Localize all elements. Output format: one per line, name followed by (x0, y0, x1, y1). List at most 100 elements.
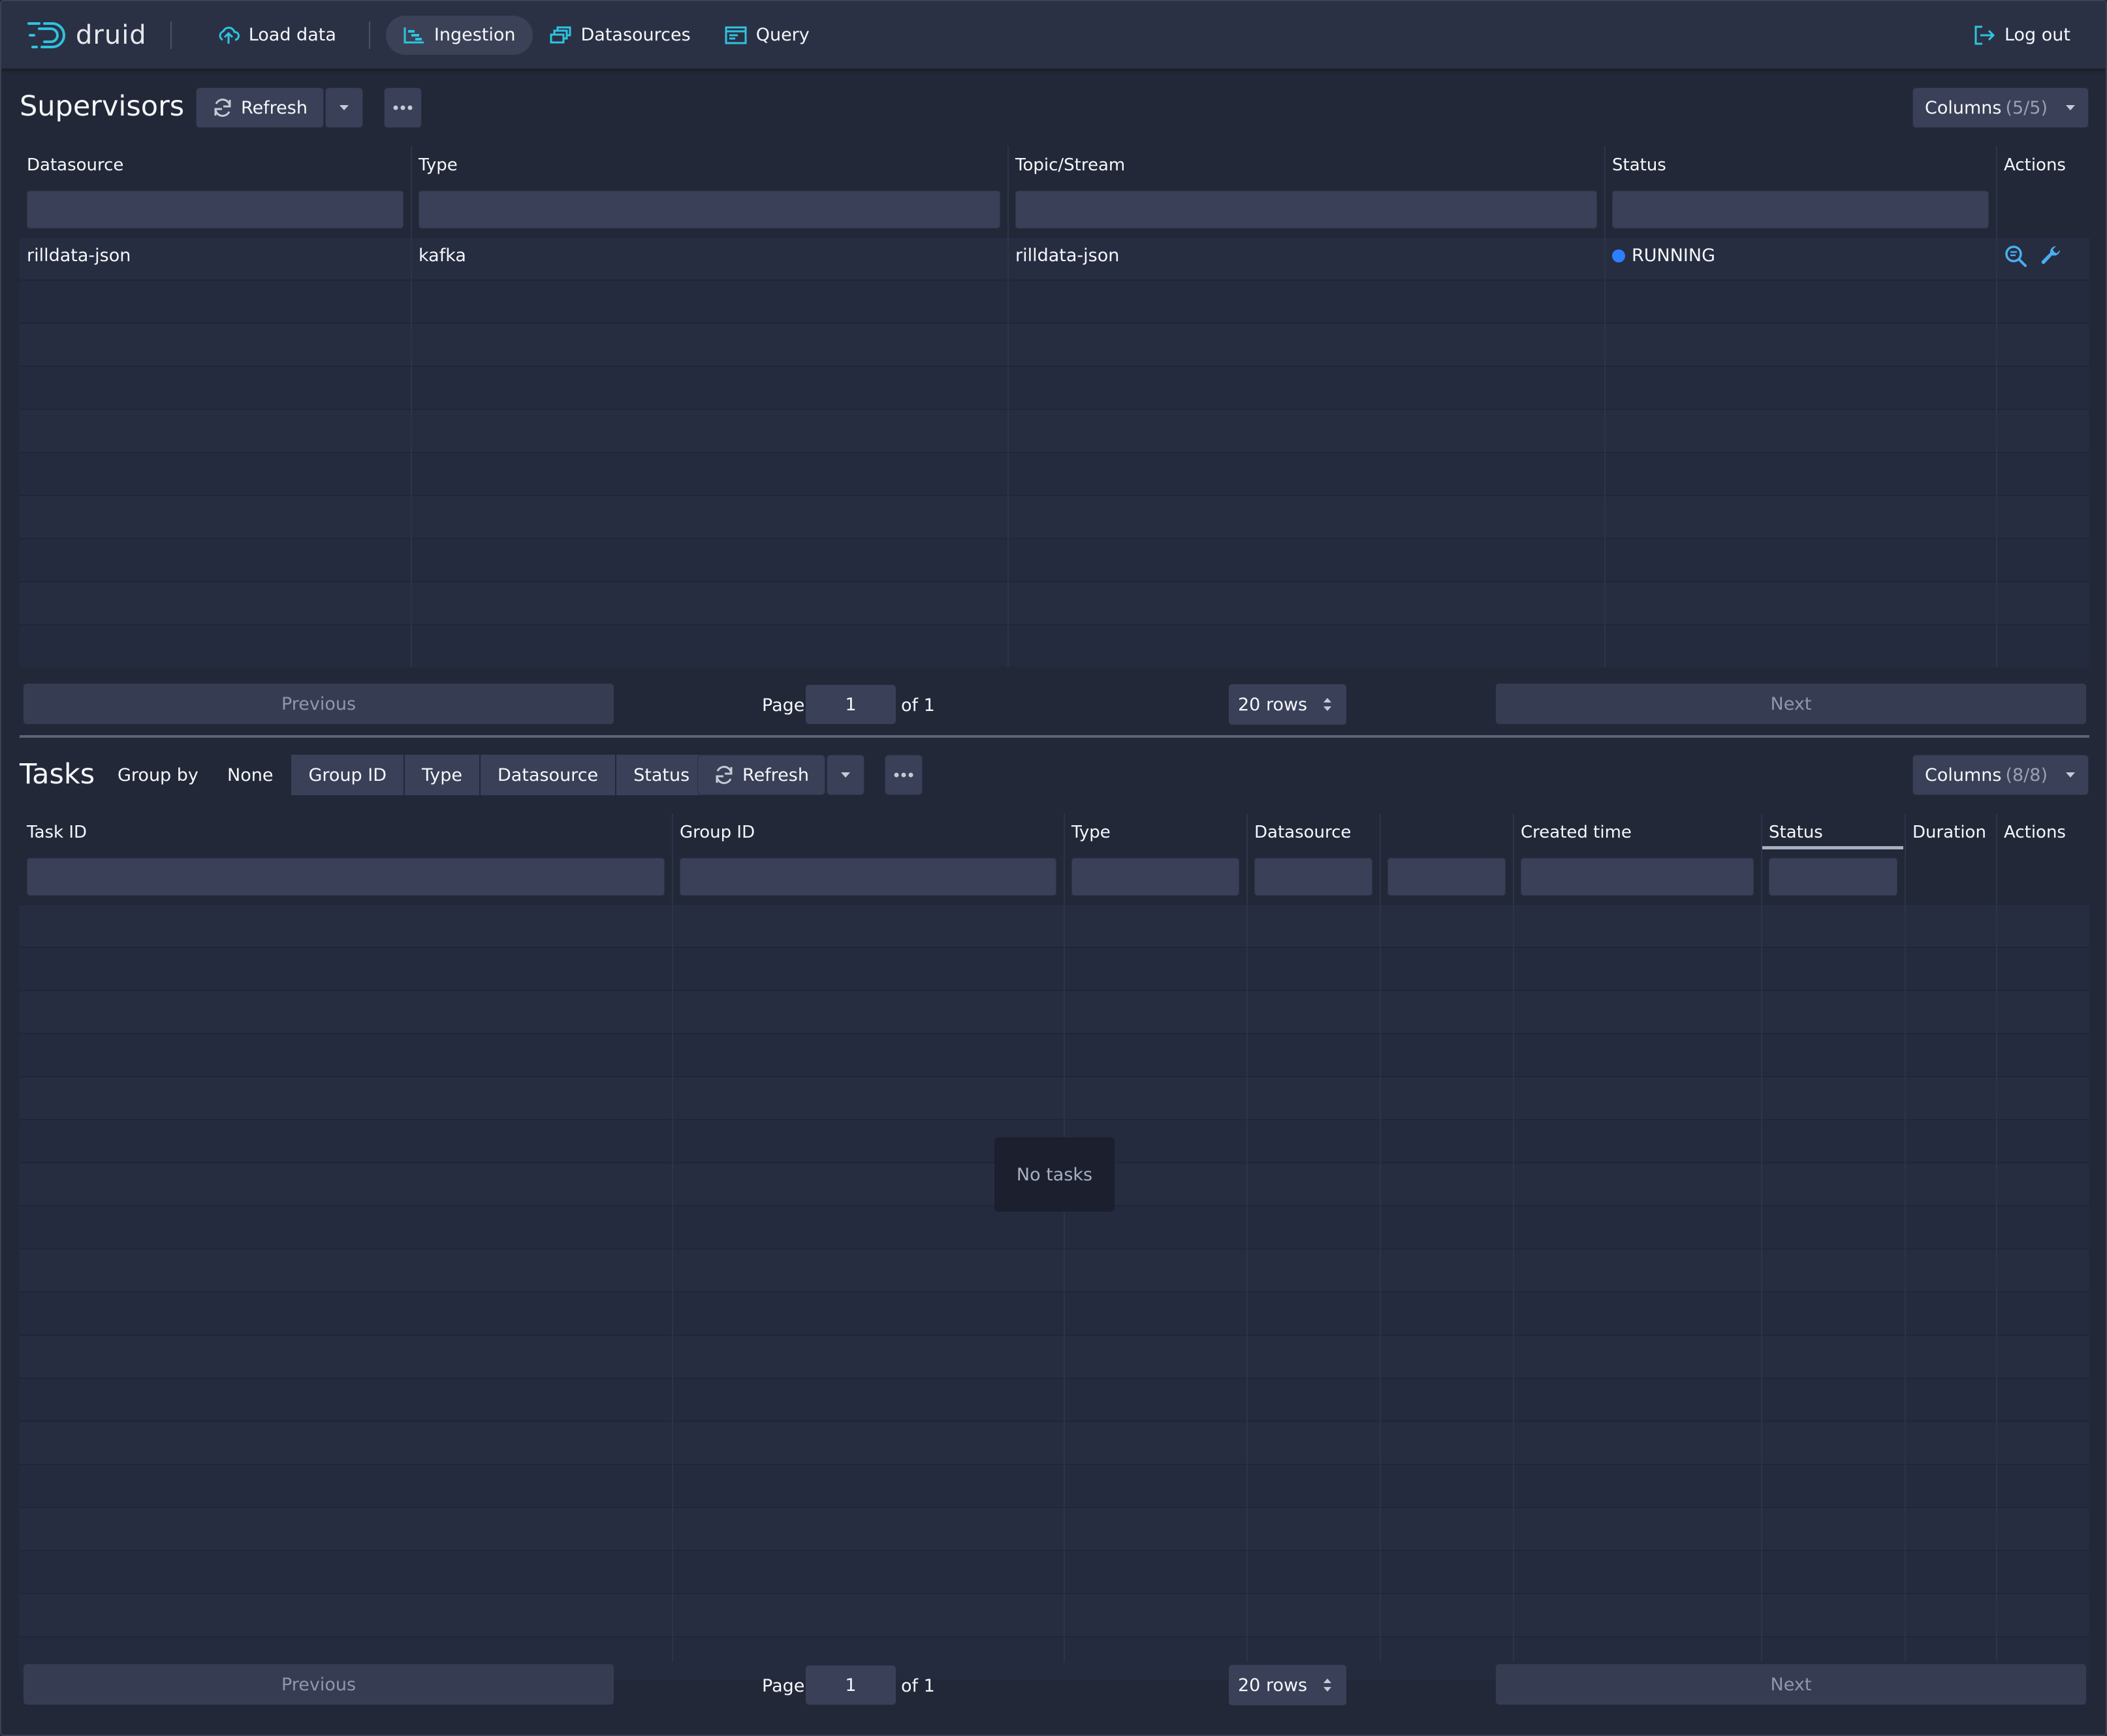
application-icon (725, 26, 747, 44)
nav-load-data[interactable]: Load data (200, 16, 353, 55)
supervisors-previous-button[interactable]: Previous (24, 684, 614, 724)
tasks-columns-button[interactable]: Columns (8/8) (1912, 755, 2089, 795)
table-row (20, 323, 2089, 366)
table-row (20, 538, 2089, 581)
group-by-group-id[interactable]: Group ID (290, 755, 404, 795)
col-header-type[interactable]: Type (1071, 823, 1111, 842)
refresh-icon (714, 765, 735, 785)
supervisors-more-button[interactable] (384, 87, 422, 128)
row-actions (2004, 244, 2063, 272)
logout-button[interactable]: Log out (1956, 16, 2087, 55)
tasks-previous-button[interactable]: Previous (24, 1664, 614, 1705)
gantt-chart-icon (403, 26, 425, 44)
nav-ingestion-label: Ingestion (434, 25, 516, 45)
supervisors-refresh-dropdown[interactable] (325, 87, 363, 128)
table-row (20, 409, 2089, 452)
col-header-topic-stream[interactable]: Topic/Stream (1015, 155, 1125, 175)
column-divider (411, 146, 412, 667)
sort-indicator (1761, 846, 1903, 849)
col-header-datasource[interactable]: Datasource (1254, 823, 1351, 842)
group-by-datasource[interactable]: Datasource (479, 755, 616, 795)
table-row (20, 1076, 2089, 1119)
rows-select-value: 20 rows (1238, 1675, 1308, 1696)
group-by-type[interactable]: Type (404, 755, 480, 795)
table-row (20, 495, 2089, 538)
filter-created-time-input[interactable] (1521, 858, 1754, 896)
supervisors-table: Datasource Type Topic/Stream Status Acti… (20, 146, 2089, 669)
col-header-created-time[interactable]: Created time (1521, 823, 1632, 842)
log-out-icon (1973, 25, 1995, 46)
col-header-task-id[interactable]: Task ID (27, 823, 87, 842)
wrench-icon[interactable] (2040, 244, 2063, 268)
filter-hidden-input[interactable] (1387, 858, 1506, 896)
columns-label: Columns (1925, 765, 2002, 785)
caret-down-icon (2065, 104, 2076, 112)
cell-datasource: rilldata-json (27, 245, 131, 266)
col-header-group-id[interactable]: Group ID (680, 823, 755, 842)
supervisors-page-input[interactable]: 1 (806, 685, 896, 724)
nav-ingestion[interactable]: Ingestion (385, 15, 533, 55)
filter-task-id-input[interactable] (27, 858, 665, 896)
search-template-icon[interactable] (2004, 244, 2027, 268)
tasks-refresh-label: Refresh (742, 765, 809, 785)
column-divider (1604, 146, 1606, 667)
group-by-none[interactable]: None (210, 755, 291, 795)
column-divider (1246, 813, 1248, 1662)
filter-type-input[interactable] (419, 191, 1000, 229)
nav-datasources[interactable]: Datasources (533, 16, 708, 55)
nav-query-label: Query (755, 25, 810, 45)
filter-type-input[interactable] (1071, 858, 1239, 896)
supervisors-next-button[interactable]: Next (1496, 684, 2086, 724)
supervisors-columns-button[interactable]: Columns (5/5) (1912, 87, 2089, 128)
brand-name: druid (76, 20, 147, 50)
col-header-status[interactable]: Status (1612, 155, 1666, 175)
tasks-refresh-dropdown[interactable] (827, 755, 864, 795)
filter-datasource-input[interactable] (1254, 858, 1372, 896)
col-header-datasource[interactable]: Datasource (27, 155, 123, 175)
page-of-label: of 1 (901, 695, 935, 716)
druid-logo[interactable]: druid (27, 20, 147, 50)
tasks-page-input[interactable]: 1 (806, 1665, 896, 1705)
column-divider (1007, 146, 1009, 667)
supervisors-rows (20, 236, 2089, 667)
caret-down-icon (840, 771, 851, 779)
table-row (20, 990, 2089, 1033)
column-divider (1996, 813, 1997, 1662)
column-divider (1905, 813, 1906, 1662)
col-header-duration[interactable]: Duration (1912, 823, 1986, 842)
filter-topic-input[interactable] (1015, 191, 1597, 229)
table-row (20, 1291, 2089, 1334)
filter-status-input[interactable] (1769, 858, 1897, 896)
tasks-rows-select[interactable]: 20 rows (1229, 1665, 1346, 1705)
supervisors-refresh-button[interactable]: Refresh (196, 87, 324, 128)
tasks-next-button[interactable]: Next (1496, 1664, 2086, 1705)
table-row (20, 1334, 2089, 1378)
group-by-status[interactable]: Status (615, 755, 707, 795)
supervisors-title: Supervisors (20, 90, 185, 123)
filter-datasource-input[interactable] (27, 191, 404, 229)
table-row (20, 366, 2089, 409)
tasks-more-button[interactable] (885, 755, 923, 795)
refresh-icon (212, 97, 233, 118)
columns-count: (8/8) (2005, 765, 2048, 785)
table-row (20, 1378, 2089, 1421)
section-splitter[interactable] (20, 735, 2089, 738)
tasks-refresh-button[interactable]: Refresh (697, 755, 825, 795)
col-header-status[interactable]: Status (1769, 823, 1823, 842)
col-header-type[interactable]: Type (419, 155, 458, 175)
column-divider (1996, 146, 1997, 667)
col-header-actions: Actions (2004, 823, 2066, 842)
nav-datasources-label: Datasources (580, 25, 691, 45)
nav-query[interactable]: Query (708, 16, 827, 55)
table-row (20, 1248, 2089, 1291)
cell-topic: rilldata-json (1015, 245, 1120, 266)
double-caret-icon (1322, 1676, 1333, 1694)
filter-status-input[interactable] (1612, 191, 1989, 229)
filter-group-id-input[interactable] (680, 858, 1056, 896)
group-by-selector: None Group ID Type Datasource Status (210, 755, 707, 795)
table-row (20, 1033, 2089, 1076)
tasks-table: Task ID Group ID Type Datasource Created… (20, 813, 2089, 1679)
supervisors-refresh-label: Refresh (241, 97, 308, 118)
table-row (20, 279, 2089, 323)
supervisors-rows-select[interactable]: 20 rows (1229, 684, 1346, 725)
